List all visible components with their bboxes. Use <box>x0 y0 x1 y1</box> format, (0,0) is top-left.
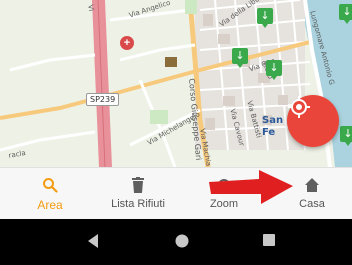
nav-label-casa: Casa <box>299 198 325 210</box>
map-view[interactable]: Via Angelico Via della Libertà Corso Giu… <box>0 0 352 167</box>
recycling-pin-icon[interactable]: ↓ <box>339 4 352 24</box>
recycling-pin-icon[interactable]: ↓ <box>340 126 352 146</box>
nav-label-area: Area <box>37 198 63 212</box>
trash-icon <box>129 176 147 194</box>
recycling-pin-icon[interactable]: ↓ <box>257 8 273 28</box>
nav-label-lista-rifiuti: Lista Rifiuti <box>111 198 165 210</box>
system-navigation-bar <box>0 219 352 265</box>
annotation-arrow-icon <box>209 170 293 204</box>
castle-icon <box>165 57 177 67</box>
hospital-icon: + <box>120 36 134 50</box>
crosshair-icon <box>288 96 310 118</box>
search-icon <box>41 176 59 194</box>
nav-item-area[interactable]: Area <box>22 168 78 220</box>
recycling-pin-icon[interactable]: ↓ <box>232 48 248 68</box>
recycling-pin-icon[interactable]: ↓ <box>266 60 282 80</box>
home-icon <box>303 176 321 194</box>
recents-icon[interactable] <box>262 233 276 247</box>
nav-item-lista-rifiuti[interactable]: Lista Rifiuti <box>98 168 178 220</box>
back-icon[interactable] <box>86 233 100 249</box>
district-label: San Fe <box>262 115 284 138</box>
street-label-vi: Vi <box>86 4 96 12</box>
locate-button[interactable] <box>287 95 339 147</box>
road-shield: SP239 <box>86 93 120 106</box>
nav-item-casa[interactable]: Casa <box>290 168 334 220</box>
bottom-navigation: Area Lista Rifiuti Zoom Casa <box>0 167 352 219</box>
home-circle-icon[interactable] <box>174 233 190 249</box>
